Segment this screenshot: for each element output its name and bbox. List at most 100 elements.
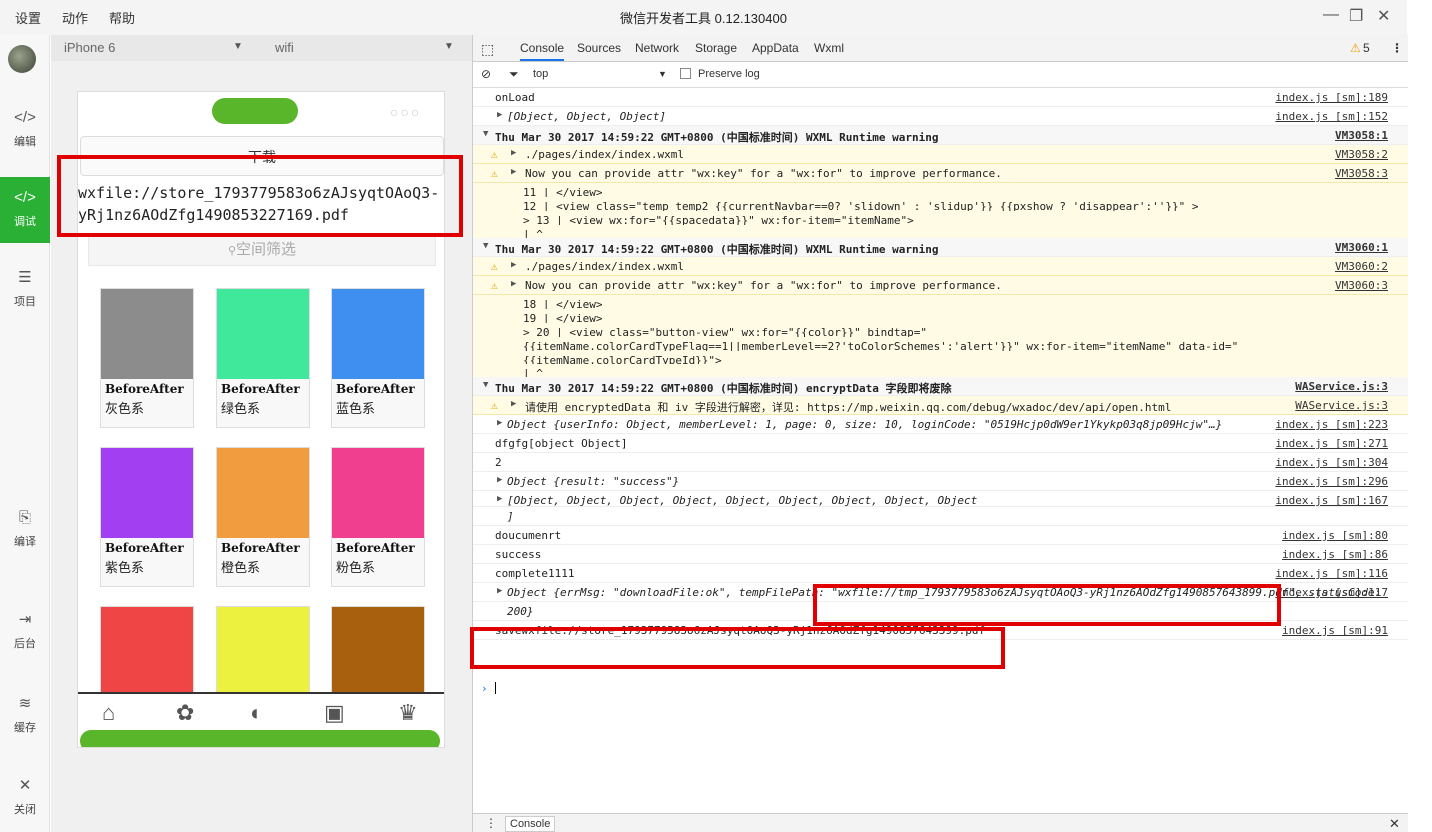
minimize-icon[interactable]: — [1323, 6, 1339, 24]
space-filter-button[interactable]: ⚲空间筛选 [88, 234, 436, 266]
palette-icon[interactable]: ◐ [250, 700, 263, 726]
collapse-triangle-icon[interactable]: ▼ [483, 129, 488, 139]
source-link[interactable]: WAService.js:3 [1295, 399, 1388, 412]
preserve-log-checkbox[interactable] [680, 68, 691, 79]
expand-triangle-icon[interactable]: ▶ [497, 475, 502, 485]
color-card[interactable]: BeforeAfter 绿色系 [216, 288, 310, 428]
crown-icon[interactable]: ♛ [398, 700, 418, 726]
filter-icon[interactable]: ⏷ [509, 67, 519, 82]
source-link[interactable]: index.js [sm]:304 [1275, 456, 1388, 469]
compile-icon: ⎘ [18, 509, 31, 526]
source-link[interactable]: index.js [sm]:91 [1282, 624, 1388, 637]
expand-triangle-icon[interactable]: ▶ [511, 260, 516, 270]
tab-network[interactable]: Network [635, 41, 679, 55]
source-link[interactable]: index.js [sm]:189 [1275, 91, 1388, 104]
console-text: 19 | </view> [523, 312, 603, 323]
color-card[interactable]: BeforeAfter 粉色系 [331, 447, 425, 587]
console-line: ▶ Object {result: "success"} index.js [sm]… [473, 472, 1408, 491]
source-link[interactable]: index.js [sm]:116 [1275, 567, 1388, 580]
source-link[interactable]: index.js [sm]:296 [1275, 475, 1388, 488]
source-link[interactable]: index.js [sm]:223 [1275, 418, 1388, 431]
source-link[interactable]: VM3060:3 [1335, 279, 1388, 292]
preserve-log-label: Preserve log [698, 68, 760, 80]
chevron-down-icon[interactable]: ▼ [658, 69, 667, 79]
color-swatch [101, 607, 193, 697]
expand-triangle-icon[interactable]: ▶ [511, 399, 516, 409]
console-text: [Object, Object, Object, Object, Object,… [507, 494, 978, 507]
expand-triangle-icon[interactable]: ▶ [497, 586, 502, 596]
more-icon[interactable]: ○○○ [390, 104, 421, 120]
clear-console-icon[interactable]: ⊘ [481, 67, 491, 81]
source-link[interactable]: index.js [sm]:86 [1282, 548, 1388, 561]
expand-triangle-icon[interactable]: ▶ [497, 494, 502, 504]
tab-sources[interactable]: Sources [577, 41, 621, 55]
warning-icon[interactable]: ⚠ [1350, 41, 1361, 55]
source-link[interactable]: VM3058:1 [1335, 129, 1388, 142]
warning-icon: ⚠ [491, 399, 498, 412]
chevron-down-icon[interactable]: ▼ [233, 41, 243, 52]
collapse-triangle-icon[interactable]: ▼ [483, 241, 488, 251]
console-line: | ^ [473, 364, 1408, 377]
close-drawer-icon[interactable]: ✕ [1389, 816, 1400, 832]
warning-icon: ⚠ [491, 167, 498, 180]
source-link[interactable]: index.js [sm]:80 [1282, 529, 1388, 542]
tab-appdata[interactable]: AppData [752, 41, 799, 55]
footprint-icon[interactable]: ✿ [176, 700, 194, 726]
source-link[interactable]: VM3058:2 [1335, 148, 1388, 161]
context-select[interactable]: top [533, 68, 548, 80]
console-line: 18 | </view> [473, 295, 1408, 309]
network-select[interactable]: wifi [275, 40, 294, 55]
source-link[interactable]: VM3058:3 [1335, 167, 1388, 180]
console-line: 12 | <view class="temp temp2 {{currentNa… [473, 197, 1408, 211]
console-text: 11 | </view> [523, 186, 603, 197]
card-title: BeforeAfter [336, 541, 415, 555]
source-link[interactable]: VM3060:1 [1335, 241, 1388, 254]
expand-triangle-icon[interactable]: ▶ [497, 110, 502, 120]
close-window-icon[interactable]: ✕ [1377, 6, 1390, 26]
console-text: > 13 | <view wx:for="{{spacedata}}" wx:f… [523, 214, 914, 225]
color-card[interactable]: BeforeAfter 橙色系 [216, 447, 310, 587]
device-select[interactable]: iPhone 6 [64, 40, 115, 55]
source-link[interactable]: WAService.js:3 [1295, 380, 1388, 393]
sidebar-item-edit[interactable]: </> 编辑 [0, 97, 50, 163]
drawer-tab-console[interactable]: Console [505, 816, 556, 832]
home-icon[interactable]: ⌂ [102, 700, 115, 726]
expand-triangle-icon[interactable]: ▶ [511, 279, 516, 289]
sidebar-item-background[interactable]: ⇥ 后台 [0, 599, 50, 665]
tab-wxml[interactable]: Wxml [814, 41, 844, 55]
kebab-menu-icon[interactable]: ⋮ [1391, 41, 1403, 55]
inspect-icon[interactable]: ⬚ [481, 41, 494, 58]
source-link[interactable]: index.js [sm]:117 [1275, 586, 1388, 599]
source-link[interactable]: VM3060:2 [1335, 260, 1388, 273]
expand-triangle-icon[interactable]: ▶ [511, 148, 516, 158]
source-link[interactable]: index.js [sm]:152 [1275, 110, 1388, 123]
expand-triangle-icon[interactable]: ▶ [497, 418, 502, 428]
sidebar-item-debug[interactable]: </> 调试 [0, 177, 50, 243]
source-link[interactable]: index.js [sm]:167 [1275, 494, 1388, 506]
avatar[interactable] [8, 45, 36, 73]
image-icon[interactable]: ▣ [324, 700, 345, 726]
color-card[interactable]: BeforeAfter 紫色系 [100, 447, 194, 587]
tab-storage[interactable]: Storage [695, 41, 737, 55]
card-name: 粉色系 [336, 560, 376, 575]
console-line: ▼ Thu Mar 30 2017 14:59:22 GMT+0800 (中国标准… [473, 126, 1408, 145]
color-card[interactable]: BeforeAfter 灰色系 [100, 288, 194, 428]
maximize-icon[interactable]: ❐ [1349, 6, 1363, 26]
sidebar-item-cache[interactable]: ≋ 缓存 [0, 683, 50, 749]
console-line: | ^ [473, 225, 1408, 238]
expand-triangle-icon[interactable]: ▶ [511, 167, 516, 177]
card-name: 紫色系 [105, 560, 145, 575]
sidebar-item-project[interactable]: ☰ 项目 [0, 257, 50, 323]
sidebar-item-compile[interactable]: ⎘ 编译 [0, 497, 50, 563]
chevron-down-icon[interactable]: ▼ [444, 41, 454, 52]
tab-console[interactable]: Console [520, 41, 565, 61]
kebab-menu-icon[interactable]: ⋮ [485, 816, 497, 830]
console-line: ▼ Thu Mar 30 2017 14:59:22 GMT+0800 (中国标准… [473, 238, 1408, 257]
sidebar-item-label: 关闭 [14, 804, 36, 816]
color-card[interactable]: BeforeAfter 蓝色系 [331, 288, 425, 428]
console-text: 12 | <view class="temp temp2 {{currentNa… [523, 200, 1199, 211]
sidebar-item-close[interactable]: ✕ 关闭 [0, 765, 50, 831]
source-link[interactable]: index.js [sm]:271 [1275, 437, 1388, 450]
console-prompt[interactable]: › [473, 680, 1408, 698]
collapse-triangle-icon[interactable]: ▼ [483, 380, 488, 390]
